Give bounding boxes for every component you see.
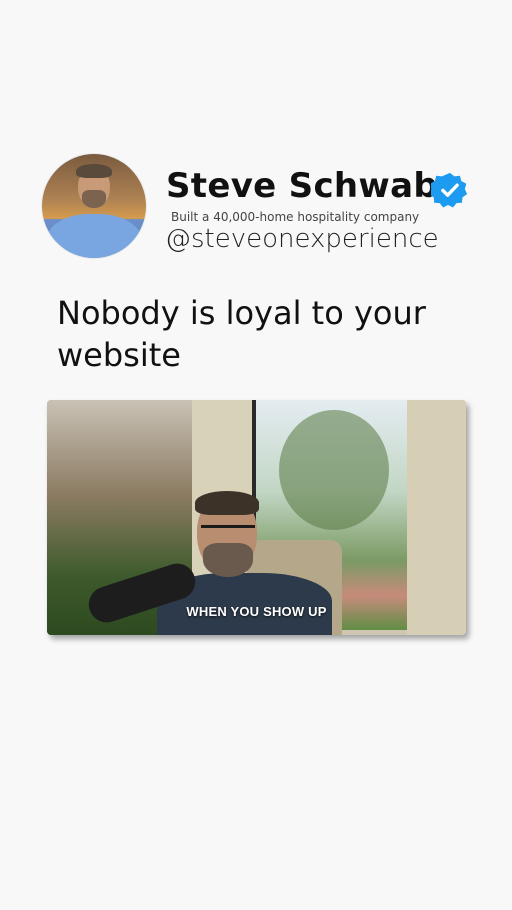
- video-background-right: [407, 400, 466, 635]
- profile-handle[interactable]: @steveonexperience: [165, 224, 439, 254]
- avatar-hair: [76, 164, 112, 178]
- profile-avatar[interactable]: [42, 154, 146, 258]
- person-glasses: [201, 525, 255, 538]
- avatar-beard: [82, 190, 106, 208]
- avatar-shirt: [46, 214, 142, 258]
- profile-subtitle: Built a 40,000-home hospitality company: [171, 210, 420, 224]
- video-caption: WHEN YOU SHOW UP: [186, 604, 327, 619]
- verified-badge-icon: [431, 172, 468, 208]
- person-beard: [203, 543, 253, 577]
- person-hair: [195, 491, 259, 515]
- profile-name[interactable]: Steve Schwab: [166, 166, 438, 206]
- post-text: Nobody is loyal to your website: [57, 294, 426, 374]
- video-player[interactable]: WHEN YOU SHOW UP: [47, 400, 466, 635]
